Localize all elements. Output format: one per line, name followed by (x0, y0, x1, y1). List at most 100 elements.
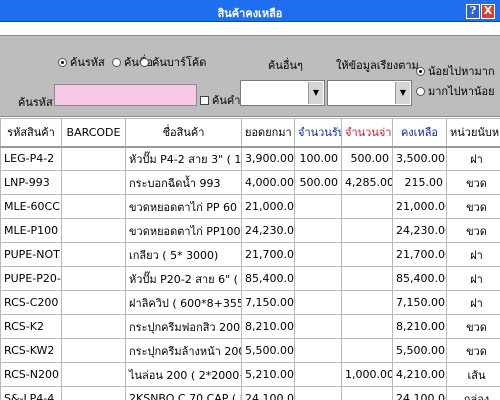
cell-issued: 4,285.00 (341, 170, 393, 195)
search-label: ค้นรหัส (18, 96, 53, 109)
search-word-checkbox[interactable]: ค้นคำ (200, 91, 240, 109)
cell-name: กระปุกครีมล้างหน้า 200 CC.ลกริ (125, 338, 242, 363)
table-row[interactable]: RCS-C200 ฝาลิควิป ( 600*8+355) 7,150.00 7,1… (0, 290, 500, 315)
cell-unit: ฝา (446, 290, 500, 315)
cell-balance: 8,210.00 (392, 314, 447, 339)
col-header-name[interactable]: ชื่อสินค้า (125, 118, 242, 148)
cell-barcode (61, 362, 126, 387)
cell-received (294, 194, 342, 219)
cell-barcode (61, 170, 126, 195)
cell-received (294, 266, 342, 291)
radio-sort-asc[interactable]: น้อยไปหามาก (416, 62, 495, 80)
close-button[interactable]: X (481, 4, 495, 19)
cell-balance: 21,000.00 (392, 194, 447, 219)
cell-name: กระบอกฉีดน้ำ 993 (125, 170, 242, 195)
col-header-unit[interactable]: หน่วยนับหลัก (446, 118, 500, 148)
table-row[interactable]: PUPE-P20-2หัวปั๊ม P20-2 สาย 6" ( 20*2585… (0, 266, 500, 291)
cell-barcode (61, 218, 126, 243)
radio-search-code[interactable]: ค้นรหัส (58, 53, 105, 71)
cell-code: S&-LP4-4 (0, 386, 62, 400)
table-row[interactable]: RCS-N200 ไนล่อน 200 ( 2*2000+1155)5,210.0… (0, 362, 500, 387)
help-button[interactable]: ? (466, 4, 480, 19)
cell-issued (341, 290, 393, 315)
table-row[interactable]: RCS-K2 กระปุกครีมฟอกสิว 200 CC.ลกริ 8,210.… (0, 314, 500, 339)
cell-unit: เส้น (446, 362, 500, 387)
cell-balance: 7,150.00 (392, 290, 447, 315)
cell-received (294, 338, 342, 363)
radio-search-barcode-label: ค้นบาร์โค้ด (152, 56, 207, 69)
cell-issued (341, 194, 393, 219)
cell-received (294, 362, 342, 387)
table-row[interactable]: RCS-KW2 กระปุกครีมล้างหน้า 200 CC.ลกริ5,5… (0, 338, 500, 363)
cell-name: ไนล่อน 200 ( 2*2000+1155) (125, 362, 242, 387)
cell-unit: กล่อง (446, 386, 500, 400)
sort-label: ให้ข้อมูลเรียงตาม (336, 59, 419, 72)
col-header-received[interactable]: จำนวนรับ (294, 118, 342, 148)
cell-code: MLE-P100 (0, 218, 62, 243)
cell-balance: 85,400.00 (392, 266, 447, 291)
cell-issued (341, 386, 393, 400)
cell-opening: 4,000.00 (241, 170, 295, 195)
cell-name: หัวปั๊ม P4-2 สาย 3" ( 12*300) (125, 146, 242, 171)
radio-dot-icon (112, 57, 121, 67)
inventory-table: รหัสสินค้า BARCODE ชื่อสินค้า ยอดยกมา จำ… (0, 118, 500, 400)
cell-opening: 85,400.00 (241, 266, 295, 291)
cell-unit: ขวด (446, 194, 500, 219)
cell-received (294, 242, 342, 267)
cell-received (294, 314, 342, 339)
table-body: LEG-P4-2 หัวปั๊ม P4-2 สาย 3" ( 12*300)3,9… (0, 146, 500, 400)
cell-opening: 5,210.00 (241, 362, 295, 387)
cell-opening: 7,150.00 (241, 290, 295, 315)
cell-code: RCS-K2 (0, 314, 62, 339)
table-row[interactable]: MLE-60CC.ขวดหยอดตาไก่ PP 60 CC. พร้อม21,… (0, 194, 500, 219)
cell-barcode (61, 266, 126, 291)
cell-name: 2KSNBO C 70 CAP ( P4-4 TI (125, 386, 242, 400)
radio-search-barcode[interactable]: ค้นบาร์โค้ด (140, 53, 206, 71)
cell-balance: 24,230.00 (392, 218, 447, 243)
table-row[interactable]: LEG-P4-2 หัวปั๊ม P4-2 สาย 3" ( 12*300)3,9… (0, 146, 500, 171)
cell-code: PUPE-P20-2 (0, 266, 62, 291)
table-row[interactable]: PUPE-NOTเกลียว ( 5* 3000)21,700.0021,700… (0, 242, 500, 267)
cell-name: ฝาลิควิป ( 600*8+355) (125, 290, 242, 315)
cell-unit: ขวด (446, 218, 500, 243)
cell-received (294, 386, 342, 400)
col-header-opening[interactable]: ยอดยกมา (241, 118, 295, 148)
cell-code: PUPE-NOT (0, 242, 62, 267)
cell-balance: 3,500.00 (392, 146, 447, 171)
cell-code: RCS-C200 (0, 290, 62, 315)
col-header-code[interactable]: รหัสสินค้า (0, 118, 62, 148)
cell-barcode (61, 386, 126, 400)
cell-name: หัวปั๊ม P20-2 สาย 6" ( 20*25 (125, 266, 242, 291)
col-header-issued[interactable]: จำนวนจ่าย (341, 118, 393, 148)
cell-barcode (61, 242, 126, 267)
inventory-grid[interactable]: รหัสสินค้า BARCODE ชื่อสินค้า ยอดยกมา จำ… (0, 118, 500, 400)
search-input[interactable] (54, 84, 197, 106)
table-row[interactable]: S&-LP4-42KSNBO C 70 CAP ( P4-4 TI24,100.… (0, 386, 500, 400)
cell-issued (341, 242, 393, 267)
cell-received: 500.00 (294, 170, 342, 195)
cell-issued (341, 218, 393, 243)
filter-panel: ค้นรหัส ค้นชื่อ ค้นบาร์โค้ด ค้นรหัส ค้นค… (0, 35, 500, 117)
radio-sort-desc[interactable]: มากไปหาน้อย (416, 82, 495, 100)
table-row[interactable]: MLE-P100ขวดหยอดตาไก่ PP100 CC.24,230.002… (0, 218, 500, 243)
col-header-barcode[interactable]: BARCODE (61, 118, 126, 148)
cell-code: RCS-KW2 (0, 338, 62, 363)
table-row[interactable]: LNP-993 กระบอกฉีดน้ำ 993 4,000.00 500.00 4,2… (0, 170, 500, 195)
cell-balance: 24,100.00 (392, 386, 447, 400)
cell-code: LNP-993 (0, 170, 62, 195)
cell-unit: ขวด (446, 170, 500, 195)
col-header-balance[interactable]: คงเหลือ (392, 118, 447, 148)
cell-balance: 4,210.00 (392, 362, 447, 387)
window-titlebar: สินค้าคงเหลือ ? X (0, 0, 500, 22)
cell-opening: 24,100.00 (241, 386, 295, 400)
cell-opening: 5,500.00 (241, 338, 295, 363)
cell-code: MLE-60CC. (0, 194, 62, 219)
other-search-select[interactable]: ▼ (240, 80, 325, 106)
cell-opening: 21,700.00 (241, 242, 295, 267)
sort-select[interactable]: ▼ (327, 80, 412, 106)
other-search-label: ค้นอื่นๆ (268, 59, 303, 72)
table-header-row: รหัสสินค้า BARCODE ชื่อสินค้า ยอดยกมา จำ… (0, 118, 500, 148)
cell-name: กระปุกครีมฟอกสิว 200 CC.ลกริ (125, 314, 242, 339)
cell-received: 100.00 (294, 146, 342, 171)
cell-issued: 1,000.00 (341, 362, 393, 387)
